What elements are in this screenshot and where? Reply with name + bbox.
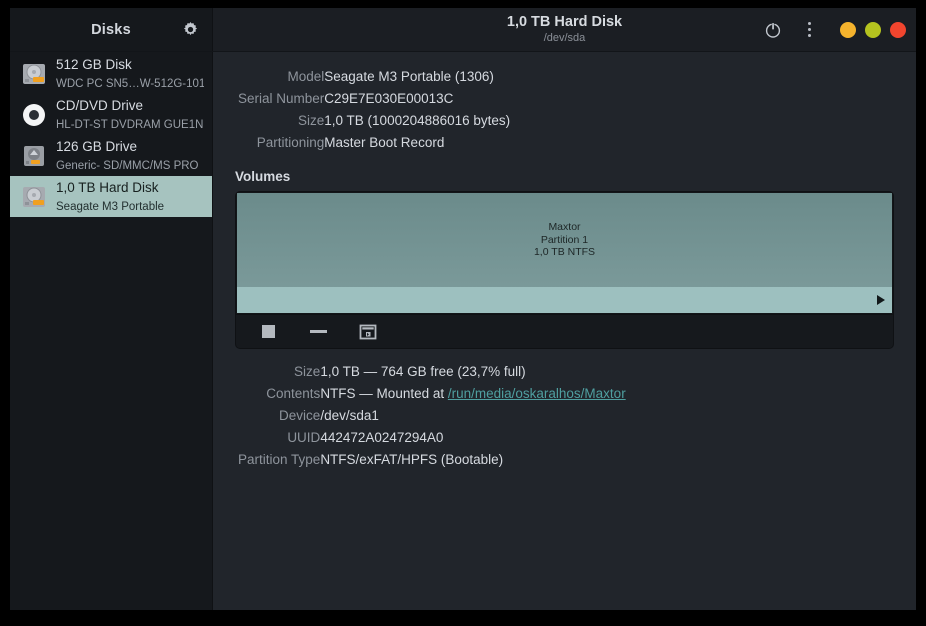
sidebar-item-name: 512 GB Disk bbox=[56, 56, 132, 72]
window-controls bbox=[840, 21, 906, 38]
drive-info-label: Serial Number bbox=[238, 91, 325, 106]
hard-disk-icon bbox=[20, 60, 48, 88]
table-row: Partitioning Master Boot Record bbox=[238, 132, 510, 154]
optical-disc-icon bbox=[20, 101, 48, 129]
sidebar-item-name: 1,0 TB Hard Disk bbox=[56, 179, 159, 195]
volume-info-value: /dev/sda1 bbox=[320, 408, 379, 423]
card-reader-icon bbox=[20, 142, 48, 170]
table-row: Size 1,0 TB — 764 GB free (23,7% full) bbox=[238, 361, 626, 383]
close-button[interactable] bbox=[890, 21, 906, 38]
drive-info-value: C29E7E030E00013C bbox=[324, 91, 454, 106]
partition-label: Maxtor Partition 1 1,0 TB NTFS bbox=[534, 221, 595, 259]
sidebar-item-text: 1,0 TB Hard Disk Seagate M3 Portable bbox=[56, 179, 204, 215]
sidebar-item-text: 512 GB Disk WDC PC SN5…W-512G-1014 bbox=[56, 56, 204, 92]
stop-square-icon bbox=[261, 325, 275, 338]
sidebar-item-1tb-hard-disk[interactable]: 1,0 TB Hard Disk Seagate M3 Portable bbox=[10, 176, 212, 217]
partition-body: Maxtor Partition 1 1,0 TB NTFS bbox=[237, 193, 892, 287]
table-row: Model Seagate M3 Portable (1306) bbox=[238, 66, 510, 88]
sidebar-item-text: 126 GB Drive Generic- SD/MMC/MS PRO bbox=[56, 138, 204, 174]
disk-list-sidebar: 512 GB Disk WDC PC SN5…W-512G-1014 CD/DV… bbox=[10, 52, 213, 610]
maximize-button[interactable] bbox=[865, 21, 881, 38]
optical-disc-icon-glyph bbox=[23, 103, 45, 126]
sidebar-item-126gb-drive[interactable]: 126 GB Drive Generic- SD/MMC/MS PRO bbox=[10, 135, 212, 176]
table-row: UUID 442472A0247294A0 bbox=[238, 427, 626, 449]
power-icon[interactable] bbox=[758, 15, 788, 45]
sidebar-item-subtitle: WDC PC SN5…W-512G-1014 bbox=[56, 77, 204, 90]
volume-info-value: 1,0 TB — 764 GB free (23,7% full) bbox=[320, 364, 526, 379]
partition-usage-bar bbox=[237, 287, 892, 313]
overflow-menu-dots bbox=[807, 22, 811, 37]
gear-icon[interactable] bbox=[176, 16, 204, 44]
header-bar: Disks 1,0 TB Hard Disk /dev/sda bbox=[10, 8, 916, 52]
table-row: Serial Number C29E7E030E00013C bbox=[238, 88, 510, 110]
main-header: 1,0 TB Hard Disk /dev/sda bbox=[213, 8, 916, 51]
volume-info-value-contents: NTFS — Mounted at /run/media/oskaralhos/… bbox=[320, 383, 625, 405]
hard-disk-icon-glyph bbox=[23, 63, 45, 84]
delete-partition-button[interactable] bbox=[303, 319, 333, 345]
volume-info-table: Size 1,0 TB — 764 GB free (23,7% full) C… bbox=[238, 361, 626, 471]
sidebar-item-cd-dvd-drive[interactable]: CD/DVD Drive HL-DT-ST DVDRAM GUE1N bbox=[10, 94, 212, 135]
sidebar-item-512gb-disk[interactable]: 512 GB Disk WDC PC SN5…W-512G-1014 bbox=[10, 53, 212, 94]
volume-info-label: Size bbox=[294, 364, 321, 379]
drive-info-label: Partitioning bbox=[256, 135, 325, 150]
partition-name: Maxtor bbox=[548, 221, 581, 234]
partition-grid: Maxtor Partition 1 1,0 TB NTFS bbox=[236, 192, 893, 314]
unmount-stop-button[interactable] bbox=[253, 319, 283, 345]
drive-detail-pane: Model Seagate M3 Portable (1306) Serial … bbox=[213, 52, 916, 610]
overflow-menu-icon[interactable] bbox=[794, 15, 824, 45]
volume-info-value: 442472A0247294A0 bbox=[320, 430, 444, 445]
minus-icon bbox=[309, 330, 327, 333]
sidebar-item-subtitle: Seagate M3 Portable bbox=[56, 200, 165, 213]
header-actions bbox=[758, 8, 906, 51]
window-body: 512 GB Disk WDC PC SN5…W-512G-1014 CD/DV… bbox=[10, 52, 916, 610]
volumes-heading: Volumes bbox=[235, 169, 291, 184]
drive-info-value: Seagate M3 Portable (1306) bbox=[324, 69, 494, 84]
volume-info-label: UUID bbox=[287, 430, 321, 445]
partition-options-button[interactable] bbox=[353, 319, 383, 345]
drive-info-table: Model Seagate M3 Portable (1306) Serial … bbox=[238, 66, 510, 154]
gear-icon-glyph bbox=[183, 21, 197, 36]
sidebar-item-name: 126 GB Drive bbox=[56, 138, 138, 154]
table-row: Device /dev/sda1 bbox=[238, 405, 626, 427]
play-triangle-icon[interactable] bbox=[877, 295, 885, 305]
sidebar-header: Disks bbox=[10, 8, 213, 51]
hard-disk-icon-glyph bbox=[23, 186, 45, 207]
disks-window: Disks 1,0 TB Hard Disk /dev/sda 512 GB D… bbox=[10, 8, 916, 610]
partition-index: Partition 1 bbox=[540, 233, 589, 246]
partition-block-1[interactable]: Maxtor Partition 1 1,0 TB NTFS bbox=[236, 192, 893, 314]
sidebar-item-subtitle: Generic- SD/MMC/MS PRO bbox=[56, 159, 199, 172]
power-icon-glyph bbox=[765, 22, 781, 38]
volume-info-label: Device bbox=[279, 408, 321, 423]
table-row: Contents NTFS — Mounted at /run/media/os… bbox=[238, 383, 625, 405]
volume-info-label: Partition Type bbox=[238, 452, 321, 467]
sidebar-title: Disks bbox=[91, 21, 131, 38]
volume-info-value: NTFS/exFAT/HPFS (Bootable) bbox=[320, 452, 504, 467]
card-reader-icon-glyph bbox=[24, 145, 44, 166]
mount-point-link[interactable]: /run/media/oskaralhos/Maxtor bbox=[448, 386, 626, 401]
drive-info-value: 1,0 TB (1000204886016 bytes) bbox=[324, 113, 511, 128]
sidebar-item-name: CD/DVD Drive bbox=[56, 97, 144, 113]
partition-options-icon bbox=[359, 324, 377, 339]
hard-disk-icon bbox=[20, 183, 48, 211]
minimize-button[interactable] bbox=[840, 21, 856, 38]
drive-info-label: Size bbox=[298, 113, 325, 128]
drive-info-label: Model bbox=[287, 69, 325, 84]
table-row: Partition Type NTFS/exFAT/HPFS (Bootable… bbox=[238, 449, 626, 471]
volume-info-label: Contents bbox=[266, 386, 321, 401]
volumes-toolbar bbox=[236, 314, 893, 348]
drive-info-value: Master Boot Record bbox=[324, 135, 445, 150]
volumes-widget: Maxtor Partition 1 1,0 TB NTFS bbox=[235, 191, 894, 349]
table-row: Size 1,0 TB (1000204886016 bytes) bbox=[238, 110, 510, 132]
sidebar-item-subtitle: HL-DT-ST DVDRAM GUE1N bbox=[56, 118, 204, 131]
sidebar-item-text: CD/DVD Drive HL-DT-ST DVDRAM GUE1N bbox=[56, 97, 204, 133]
contents-text: NTFS — Mounted at bbox=[320, 386, 448, 401]
partition-size: 1,0 TB NTFS bbox=[533, 246, 596, 259]
